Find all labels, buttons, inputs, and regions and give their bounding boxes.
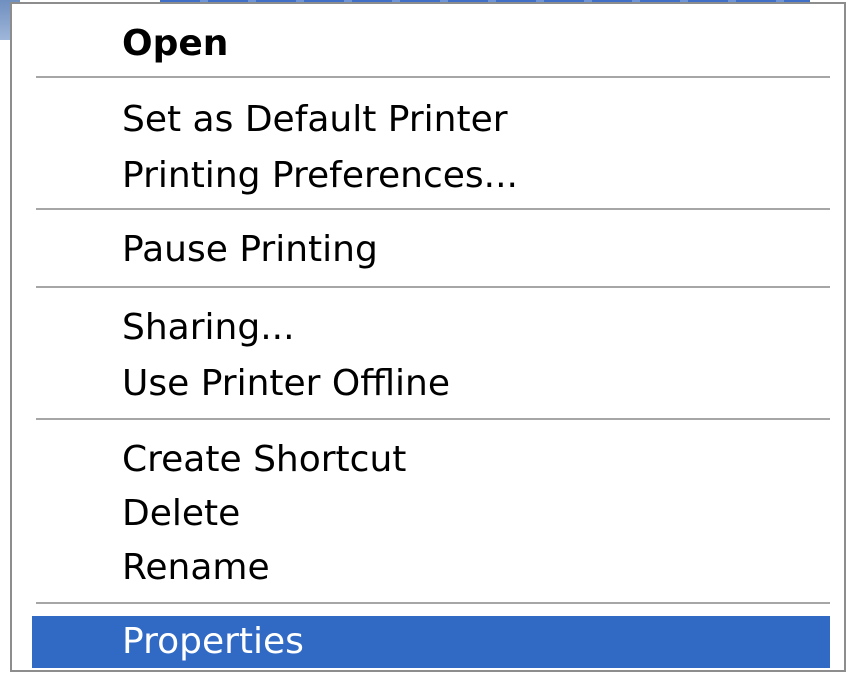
menu-item-properties[interactable]: Properties bbox=[32, 616, 830, 668]
menu-item-printing-preferences[interactable]: Printing Preferences... bbox=[32, 150, 830, 202]
screen: Open Set as Default Printer Printing Pre… bbox=[0, 0, 850, 678]
menu-item-create-shortcut[interactable]: Create Shortcut bbox=[32, 434, 830, 486]
menu-item-pause-printing[interactable]: Pause Printing bbox=[32, 224, 830, 276]
menu-item-open[interactable]: Open bbox=[32, 18, 830, 70]
menu-item-delete[interactable]: Delete bbox=[32, 488, 830, 540]
menu-item-rename[interactable]: Rename bbox=[32, 542, 830, 594]
menu-separator bbox=[36, 418, 830, 421]
menu-separator bbox=[36, 208, 830, 211]
printer-context-menu: Open Set as Default Printer Printing Pre… bbox=[10, 2, 846, 672]
menu-item-use-printer-offline[interactable]: Use Printer Offline bbox=[32, 358, 830, 410]
menu-separator bbox=[36, 286, 830, 289]
menu-item-set-default-printer[interactable]: Set as Default Printer bbox=[32, 94, 830, 146]
menu-item-sharing[interactable]: Sharing... bbox=[32, 302, 830, 354]
menu-separator bbox=[36, 76, 830, 79]
menu-separator bbox=[36, 602, 830, 605]
